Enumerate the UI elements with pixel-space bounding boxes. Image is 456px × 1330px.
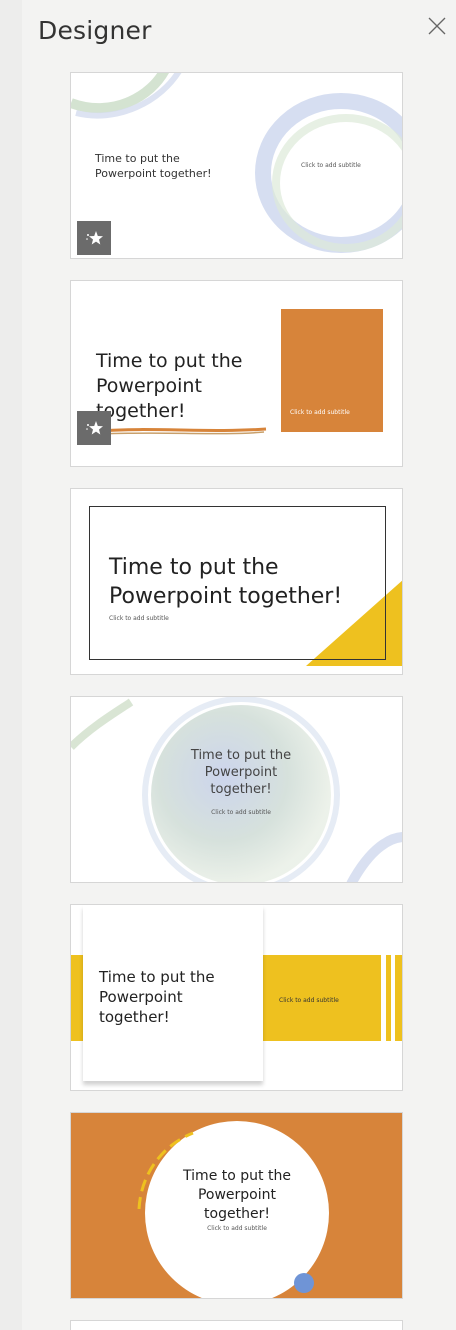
design-5-subtitle: Click to add subtitle bbox=[279, 997, 339, 1004]
design-1-badge bbox=[77, 221, 111, 255]
design-1-title-line-2: Powerpoint together! bbox=[95, 167, 212, 180]
design-4-title-line-3: together! bbox=[210, 782, 272, 797]
design-4-title-line-1: Time to put the bbox=[190, 748, 292, 763]
design-5-title-line-3: together! bbox=[99, 1008, 170, 1026]
design-thumbnail-1[interactable]: Time to put the Powerpoint together! Cli… bbox=[70, 72, 403, 259]
design-2-badge bbox=[77, 411, 111, 445]
design-6-title-line-1: Time to put the bbox=[183, 1168, 291, 1184]
design-4-subtitle: Click to add subtitle bbox=[211, 809, 271, 816]
design-thumbnail-2[interactable]: Click to add subtitle Time to put the Po… bbox=[70, 280, 403, 467]
design-3-subtitle: Click to add subtitle bbox=[109, 615, 169, 622]
sparkle-star-icon bbox=[86, 231, 103, 245]
design-6-subtitle: Click to add subtitle bbox=[207, 1225, 267, 1232]
designer-panel: Designer Time to put the Powerpoint toge… bbox=[0, 0, 456, 1330]
design-5-title-line-2: Powerpoint bbox=[99, 988, 183, 1006]
design-5-stripe-1 bbox=[381, 955, 386, 1041]
design-6-title-line-2: Powerpoint bbox=[197, 1187, 277, 1203]
design-1-title-line-1: Time to put the bbox=[95, 152, 180, 165]
design-3-title-line-1: Time to put the bbox=[109, 555, 279, 580]
design-thumbnail-7[interactable] bbox=[70, 1320, 403, 1330]
sparkle-star-icon bbox=[86, 421, 103, 435]
design-4-title-line-2: Powerpoint bbox=[204, 765, 278, 780]
design-3-title-line-2: Powerpoint together! bbox=[109, 584, 343, 609]
design-5-stripe-2 bbox=[391, 955, 395, 1041]
close-icon bbox=[428, 17, 446, 35]
design-thumbnail-6[interactable]: Time to put the Powerpoint together! Cli… bbox=[70, 1112, 403, 1299]
design-2-underline bbox=[98, 427, 267, 435]
design-5-title-line-1: Time to put the bbox=[99, 968, 215, 986]
close-button[interactable] bbox=[425, 14, 449, 38]
design-1-subtitle: Click to add subtitle bbox=[301, 162, 361, 169]
panel-title: Designer bbox=[38, 16, 152, 45]
design-thumbnail-4[interactable]: Time to put the Powerpoint together! Cli… bbox=[70, 696, 403, 883]
design-thumbnail-5[interactable]: Time to put the Powerpoint together! Cli… bbox=[70, 904, 403, 1091]
design-thumbnail-3[interactable]: Time to put the Powerpoint together! Cli… bbox=[70, 488, 403, 675]
design-6-title-line-3: together! bbox=[204, 1206, 270, 1222]
